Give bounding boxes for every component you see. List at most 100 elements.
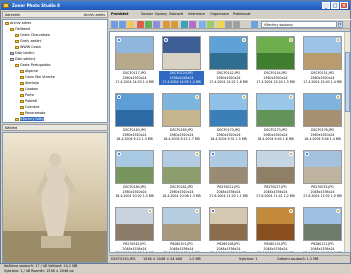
tree-item[interactable]: Panoramata <box>20 111 45 116</box>
status-total: Celkem souborů: 1.2 MB <box>277 257 319 261</box>
move-icon[interactable] <box>153 21 160 28</box>
tree-item[interactable]: WWW Cesta <box>15 45 41 50</box>
rating-icon <box>336 95 340 99</box>
folders-header-selector[interactable]: Archiv adres <box>84 12 105 18</box>
info-icon <box>164 38 168 42</box>
folder-tree: Archiv adres Oblíbené Cesta Chorvatsko Graf… <box>2 19 108 123</box>
print-icon[interactable] <box>189 21 196 28</box>
tree-item-label: Oblíbené <box>15 27 31 31</box>
thumbnail-item[interactable]: DSCF0182.JPG 2560x1920x24 18.4.2004 10:06 … <box>159 148 204 205</box>
filter-select[interactable]: Všechny soubory <box>261 21 337 28</box>
tree-item[interactable]: Cesta Chorvatsko <box>15 33 50 38</box>
tree-item[interactable]: Porto <box>20 93 34 98</box>
drive-icon <box>10 57 14 61</box>
tree-item[interactable]: Všechny fotky <box>15 117 44 122</box>
thumbnail-info: 28.6.2004 9:20 1.0 MB <box>206 251 251 252</box>
chevron-down-icon[interactable]: ▾ <box>338 21 343 28</box>
tree-item[interactable]: Coimbra <box>20 105 39 110</box>
thumbnail-item[interactable]: DSCF0142.JPG 2560x1920x24 17.4.2004 15:22 … <box>206 34 251 91</box>
menu-item[interactable]: Zobrazit <box>169 11 183 18</box>
tree-item[interactable]: Disk sdílený <box>10 57 35 62</box>
thumbnail-info: 18.4.2004 9:31 1.5 MB <box>210 137 247 142</box>
menu-item[interactable]: Publikovat <box>233 11 251 18</box>
copy-icon[interactable] <box>145 21 152 28</box>
thumbnail-info: 18.4.2004 9:40 1.6 MB <box>257 137 294 142</box>
thumbnail-item[interactable]: P6280108.JPG2048x1536x2428.6.2004 9:20 1… <box>206 205 251 252</box>
web-gallery-icon[interactable] <box>207 21 214 28</box>
tree-item[interactable]: Lisabon <box>20 87 38 92</box>
close-button[interactable]: × <box>340 2 348 9</box>
menu-item[interactable]: Úpravy <box>155 11 167 18</box>
thumbnail-image <box>162 36 201 70</box>
filter-icon[interactable] <box>251 21 258 28</box>
tree-item[interactable]: Oblíbené <box>10 27 30 32</box>
thumbnail-item[interactable]: P6280115.JPG2048x1536x2428.6.2004 9:44 0… <box>253 205 298 252</box>
rating-icon <box>242 95 246 99</box>
thumbnail-item[interactable]: DSCF0163.JPG 2560x1920x24 18.4.2004 9:12 1… <box>112 91 157 148</box>
folders-header: Adresáře Archiv adres <box>2 11 108 18</box>
maximize-button[interactable]: □ <box>331 2 339 9</box>
thumbnail-item[interactable]: P6270042.JPG2048x1536x2427.6.2004 12:30 … <box>112 205 157 252</box>
rotate-left-icon[interactable] <box>163 21 170 28</box>
browser-pane: Prohlížeč Soubor Úpravy Zobrazit Informace Or… <box>109 11 351 263</box>
tree-item[interactable]: Algarve <box>20 69 38 74</box>
folder-up-icon[interactable] <box>127 21 134 28</box>
menu-item[interactable]: Soubor <box>141 11 153 18</box>
menu-item[interactable]: Informace <box>188 11 205 18</box>
tree-item[interactable]: Pobřeží <box>20 99 37 104</box>
tree-item[interactable]: Cabo São Vicente <box>20 75 55 80</box>
menu-item[interactable]: Organizace <box>210 11 229 18</box>
rating-icon <box>336 38 340 42</box>
tree-item[interactable]: Archiv adres <box>5 21 31 26</box>
tree-item[interactable]: Disk lokální <box>10 51 34 56</box>
thumbnail-image <box>256 150 295 184</box>
thumbnail-image <box>256 93 295 127</box>
email-icon[interactable] <box>199 21 206 28</box>
menu-item[interactable]: Prohlížeč <box>111 11 129 18</box>
thumbnail-item[interactable]: P6280101.JPG2048x1536x2428.6.2004 9:05 1… <box>159 205 204 252</box>
scrollbar-thumb[interactable] <box>345 52 350 112</box>
folder-icon <box>20 69 24 73</box>
slideshow-icon[interactable] <box>181 21 188 28</box>
thumbnail-item[interactable]: DSCF0180.JPG 2560x1920x24 18.4.2004 10:02 … <box>112 148 157 205</box>
thumbnail-info: 18.4.2004 9:15 1.7 MB <box>163 137 200 142</box>
thumbnail-info: 27.6.2004 12:02 1.0 MB <box>303 194 342 199</box>
thumbnail-image <box>303 207 342 241</box>
info-icon <box>211 152 215 156</box>
tree-item[interactable]: Cesta Portugalsko <box>15 63 50 68</box>
delete-icon[interactable] <box>137 21 144 28</box>
folder-icon <box>15 33 19 37</box>
tree-item[interactable]: Grafy zadání <box>15 39 42 44</box>
thumbnail-info: 27.6.2004 11:41 1.2 MB <box>256 194 295 199</box>
view-thumbnails-icon[interactable] <box>225 21 232 28</box>
thumbnail-item[interactable]: P6270033.JPG 2048x1536x24 27.6.2004 12:02 … <box>300 148 345 205</box>
rotate-right-icon[interactable] <box>171 21 178 28</box>
folder-icon <box>20 75 24 79</box>
tree-item[interactable]: Alentejo <box>20 81 39 86</box>
thumbnail-item[interactable]: DSCF0165.JPG 2560x1920x24 18.4.2004 9:15 1… <box>159 91 204 148</box>
thumbnail-info: 27.6.2004 12:30 1.2 MB <box>112 251 157 252</box>
folder-icon <box>10 27 14 31</box>
thumbnail-item[interactable]: DSCF0117.JPG 2560x1920x24 17.4.2004 14:03 … <box>112 34 157 91</box>
folder-icon <box>20 87 24 91</box>
back-icon[interactable] <box>111 21 118 28</box>
tree-item-label: Alentejo <box>25 81 39 85</box>
status-size: 1.2 MB <box>189 257 201 261</box>
thumbnail-item[interactable]: DSCF0170.JPG 2560x1920x24 18.4.2004 9:31 1… <box>206 91 251 148</box>
forward-icon[interactable] <box>119 21 126 28</box>
thumbnail-item[interactable]: DSCF0120.JPG 1536x2048x24 17.4.2004 14:09 … <box>159 34 204 91</box>
thumbnail-item[interactable]: P6280121.JPG2048x1536x2428.6.2004 10:05 … <box>300 205 345 252</box>
view-details-icon[interactable] <box>233 21 240 28</box>
thumbnail-item[interactable]: DSCF0173.JPG 2560x1920x24 18.4.2004 9:40 1… <box>253 91 298 148</box>
thumbnail-item[interactable]: P6270021.JPG 2048x1536x24 27.6.2004 11:20 … <box>206 148 251 205</box>
star-icon[interactable] <box>217 21 224 28</box>
minimize-button[interactable]: _ <box>322 2 330 9</box>
thumbnail-image <box>303 150 342 184</box>
thumbnail-image <box>209 150 248 184</box>
title-bar: Zoner Photo Studio 8 _ □ × <box>1 1 350 10</box>
thumbnail-item[interactable]: DSCF0144.JPG 2560x1920x24 17.4.2004 15:24 … <box>253 34 298 91</box>
thumbnail-item[interactable]: DSCF0176.JPG 2560x1920x24 18.4.2004 9:48 1… <box>300 91 345 148</box>
thumbnail-item[interactable]: P6270027.JPG 2048x1536x24 27.6.2004 11:41 … <box>253 148 298 205</box>
thumbnail-item[interactable]: DSCF0151.JPG 2560x1920x24 17.4.2004 15:40 … <box>300 34 345 91</box>
tree-item-label: WWW Cesta <box>20 45 41 49</box>
